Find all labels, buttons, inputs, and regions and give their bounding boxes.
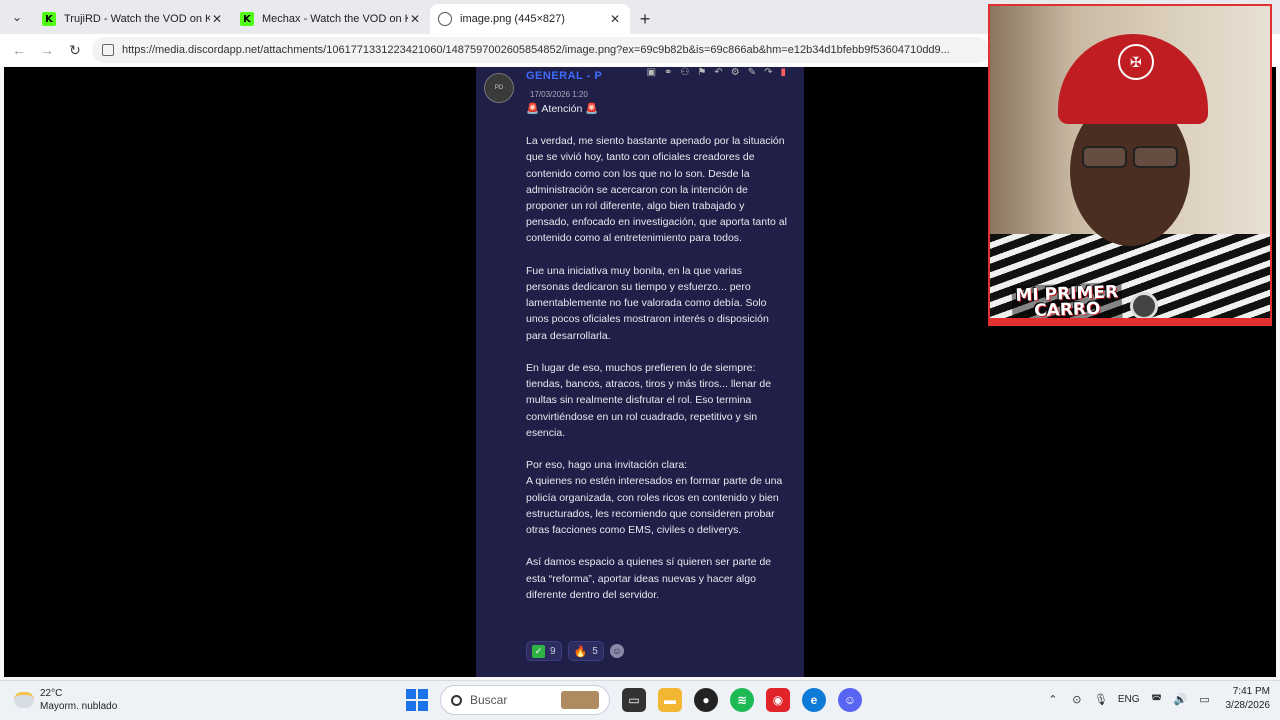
reactions-bar: ✓ 9 🔥 5 ☺ bbox=[526, 641, 624, 661]
wifi-icon[interactable]: ◚ bbox=[1150, 692, 1164, 706]
url-text: https://media.discordapp.net/attachments… bbox=[122, 44, 950, 56]
close-icon[interactable]: ✕ bbox=[408, 12, 422, 26]
volume-icon[interactable]: 🔊 bbox=[1174, 692, 1188, 706]
close-icon[interactable]: ✕ bbox=[210, 12, 224, 26]
cloudy-weather-icon bbox=[14, 692, 34, 708]
trash-icon: ▮ bbox=[780, 67, 786, 78]
tab-title: image.png (445×827) bbox=[460, 13, 565, 25]
message-toolbar: ▣ ⚭ ⚇ ⚑ ↶ ⚙ ✎ ↷ ▮ bbox=[606, 67, 796, 81]
globe-icon bbox=[438, 12, 452, 26]
new-tab-plus-icon[interactable]: + bbox=[630, 4, 660, 34]
tab-search-chevron-icon[interactable]: ⌄ bbox=[0, 0, 34, 34]
windows-taskbar: 22°C Mayorm. nublado Buscar ▭ ▬ ● ≋ ◉ e … bbox=[0, 680, 1280, 720]
siren-icon: 🚨 bbox=[585, 103, 599, 115]
battery-icon[interactable]: ▭ bbox=[1198, 692, 1212, 706]
site-info-icon[interactable] bbox=[102, 44, 114, 56]
file-explorer-icon[interactable]: ▬ bbox=[658, 688, 682, 712]
weather-condition: Mayorm. nublado bbox=[40, 701, 118, 712]
chevron-up-icon[interactable]: ⌃ bbox=[1046, 692, 1060, 706]
reaction-check: ✓ 9 bbox=[526, 641, 562, 661]
red-app-icon[interactable]: ◉ bbox=[766, 688, 790, 712]
clock[interactable]: 7:41 PM 3/28/2026 bbox=[1226, 685, 1271, 713]
tab-title: TrujiRD - Watch the VOD on Kick bbox=[64, 13, 210, 25]
paragraph-5: Así damos espacio a quienes sí quieren s… bbox=[526, 556, 772, 601]
steering-wheel-icon bbox=[1130, 292, 1158, 320]
edge-browser-icon[interactable]: e bbox=[802, 688, 826, 712]
tab-trujird[interactable]: K TrujiRD - Watch the VOD on Kick ✕ bbox=[34, 4, 232, 34]
edit-icon: ✎ bbox=[747, 67, 757, 78]
clock-time: 7:41 PM bbox=[1232, 686, 1270, 697]
taskbar-apps: Buscar ▭ ▬ ● ≋ ◉ e ☺ bbox=[406, 685, 862, 715]
search-highlight-image bbox=[561, 691, 599, 709]
back-arrow-icon[interactable]: ← bbox=[8, 39, 30, 61]
kick-logo-icon: K bbox=[42, 12, 56, 26]
discord-message-image: ▣ ⚭ ⚇ ⚑ ↶ ⚙ ✎ ↷ ▮ PD GENERAL - P 17/03/2… bbox=[476, 67, 804, 677]
bot-icon: ⚇ bbox=[680, 67, 690, 78]
message-body: 🚨 Atención 🚨 La verdad, me siento bastan… bbox=[526, 101, 788, 619]
paragraph-4: Por eso, hago una invitación clara: A qu… bbox=[526, 459, 783, 537]
author-name: GENERAL - P bbox=[526, 70, 603, 82]
search-icon bbox=[451, 694, 462, 706]
add-reaction-icon: ☺ bbox=[609, 644, 624, 658]
webcam-glasses bbox=[1082, 146, 1178, 168]
forward-icon: ↷ bbox=[764, 67, 773, 78]
weather-widget[interactable]: 22°C Mayorm. nublado bbox=[14, 687, 117, 713]
clock-date: 3/28/2026 bbox=[1225, 700, 1271, 711]
siren-icon: 🚨 bbox=[526, 103, 540, 115]
cap-logo-icon: ✠ bbox=[1118, 44, 1154, 80]
taskbar-search[interactable]: Buscar bbox=[440, 685, 610, 715]
close-icon[interactable]: ✕ bbox=[608, 12, 622, 26]
message-timestamp: 17/03/2026 1:20 bbox=[530, 90, 588, 99]
bookmark-icon: ⚑ bbox=[697, 67, 707, 78]
paragraph-3: En lugar de eso, muchos prefieren lo de … bbox=[526, 362, 772, 439]
avatar: PD bbox=[484, 73, 514, 103]
link-icon: ⚭ bbox=[664, 67, 673, 78]
game-app-icon[interactable]: ● bbox=[694, 688, 718, 712]
task-view-icon[interactable]: ▭ bbox=[622, 688, 646, 712]
reload-icon[interactable]: ↻ bbox=[64, 39, 86, 61]
settings-icon: ⚙ bbox=[730, 67, 740, 78]
tab-title: Mechax - Watch the VOD on Kick bbox=[262, 13, 408, 25]
tab-image[interactable]: image.png (445×827) ✕ bbox=[430, 4, 630, 34]
kick-logo-icon: K bbox=[240, 12, 254, 26]
webcam-overlay: ✠ MI PRIMER CARRO bbox=[988, 4, 1272, 326]
reply-icon: ↶ bbox=[714, 67, 723, 78]
heading-text: Atención bbox=[541, 103, 583, 115]
network-app-icon[interactable]: ⊙ bbox=[1070, 692, 1084, 706]
forward-arrow-icon[interactable]: → bbox=[36, 39, 58, 61]
check-icon: ✓ bbox=[532, 644, 545, 658]
reaction-count: 9 bbox=[550, 645, 556, 657]
copy-icon: ▣ bbox=[646, 67, 657, 78]
webcam-red-bar bbox=[990, 318, 1270, 324]
message-heading: 🚨 Atención 🚨 bbox=[526, 101, 788, 117]
paragraph-2: Fue una iniciativa muy bonita, en la que… bbox=[526, 264, 769, 342]
stream-banner: MI PRIMER CARRO bbox=[1011, 282, 1123, 322]
microphone-icon[interactable]: 🎙 bbox=[1094, 692, 1108, 706]
reaction-fire: 🔥 5 bbox=[567, 641, 604, 661]
tab-mechax[interactable]: K Mechax - Watch the VOD on Kick ✕ bbox=[232, 4, 430, 34]
windows-start-icon[interactable] bbox=[406, 689, 428, 711]
system-tray: ⌃ ⊙ 🎙 ENG ◚ 🔊 ▭ 7:41 PM 3/28/2026 bbox=[1046, 685, 1270, 713]
paragraph-1: La verdad, me siento bastante apenado po… bbox=[526, 135, 787, 245]
temperature: 22°C bbox=[40, 688, 63, 699]
language-indicator[interactable]: ENG bbox=[1118, 694, 1140, 705]
address-bar[interactable]: https://media.discordapp.net/attachments… bbox=[92, 37, 990, 63]
discord-icon[interactable]: ☺ bbox=[838, 688, 862, 712]
spotify-icon[interactable]: ≋ bbox=[730, 688, 754, 712]
reaction-count: 5 bbox=[592, 645, 598, 657]
search-placeholder: Buscar bbox=[470, 693, 508, 707]
fire-icon: 🔥 bbox=[573, 645, 588, 658]
